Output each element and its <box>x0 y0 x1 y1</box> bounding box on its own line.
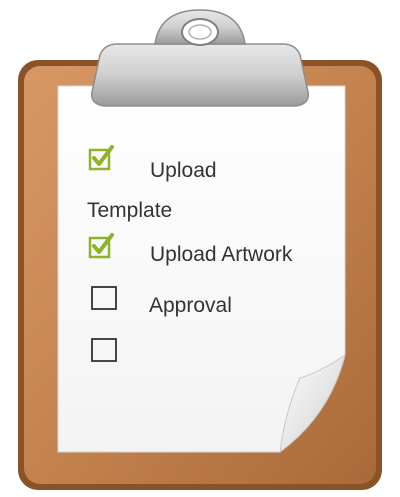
checklist-item-empty <box>0 336 400 372</box>
clip-icon <box>91 9 309 107</box>
checklist-item-upload-template: Upload Template <box>0 142 400 222</box>
checklist-label-line2: Template <box>87 199 173 222</box>
checklist-item-upload-artwork: Upload Artwork <box>0 230 400 266</box>
checklist-item-approval: Approval <box>0 284 400 320</box>
checked-checkbox-icon[interactable] <box>88 144 116 172</box>
checklist-label: Upload Artwork <box>150 243 293 266</box>
empty-checkbox-icon[interactable] <box>90 336 118 364</box>
clipboard-illustration: Upload Template Upload Artwork Approval <box>0 0 400 497</box>
checked-checkbox-icon[interactable] <box>88 232 116 260</box>
checklist-label: Approval <box>149 294 232 317</box>
empty-checkbox-icon[interactable] <box>90 284 118 312</box>
checklist-label-line1: Upload <box>150 159 217 182</box>
